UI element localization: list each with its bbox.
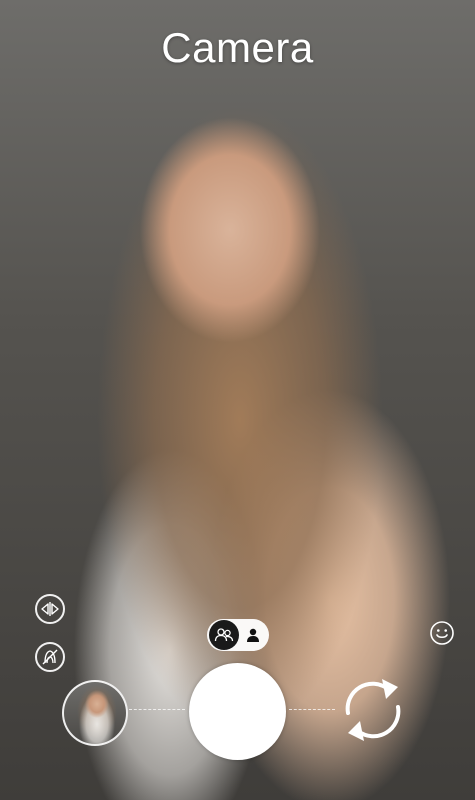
group-people-icon	[214, 628, 234, 642]
flip-horizontal-icon	[41, 602, 59, 616]
divider-right	[289, 709, 335, 710]
page-title: Camera	[161, 24, 314, 71]
single-person-icon	[247, 628, 259, 642]
mode-group-button[interactable]	[209, 620, 239, 650]
mode-single-button[interactable]	[243, 625, 263, 645]
switch-camera-icon	[345, 679, 401, 741]
gallery-thumbnail[interactable]	[62, 680, 128, 746]
shutter-button[interactable]	[189, 663, 286, 760]
smile-icon	[430, 621, 454, 645]
face-beauty-off-icon	[42, 649, 58, 665]
mirror-button[interactable]	[35, 594, 65, 624]
switch-camera-button[interactable]	[336, 673, 410, 747]
smile-button[interactable]	[429, 620, 455, 646]
beauty-toggle-button[interactable]	[35, 642, 65, 672]
mode-toggle[interactable]	[207, 619, 269, 651]
divider-left	[129, 709, 185, 710]
